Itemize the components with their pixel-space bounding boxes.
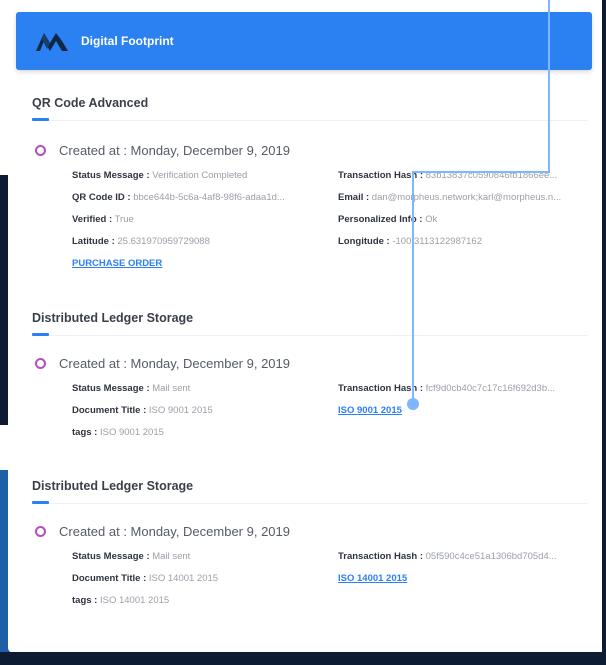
timeline-ring-icon	[35, 526, 46, 537]
field-value: Verification Completed	[152, 170, 248, 181]
section-divider	[32, 333, 588, 336]
field-value: ISO 14001 2015	[148, 573, 219, 584]
detail-row: Verified : True Personalized Info : Ok	[72, 214, 588, 236]
purchase-order-link[interactable]: PURCHASE ORDER	[72, 258, 162, 269]
field-label: Latitude :	[72, 236, 115, 247]
document-link[interactable]: ISO 9001 2015	[338, 405, 402, 416]
field-value: Mail sent	[152, 383, 191, 394]
detail-row: Latitude : 25.631970959729088 Longitude …	[72, 236, 588, 258]
field-label: Status Message :	[72, 170, 150, 181]
field-value: ISO 9001 2015	[99, 427, 164, 438]
detail-row: Status Message : Mail sent Transaction H…	[72, 551, 588, 573]
field-value: dan@morpheus.network;karl@morpheus.n...	[371, 192, 562, 203]
field-label: Status Message :	[72, 551, 150, 562]
section-ledger-storage: Distributed Ledger Storage Created at : …	[32, 311, 588, 449]
created-row: Created at : Monday, December 9, 2019	[32, 143, 588, 158]
field-value: bbce644b-5c6a-4af8-98f6-adaa1d...	[133, 192, 285, 203]
field-value: fcf9d0cb40c7c17c16f692d3b...	[425, 383, 556, 394]
created-at: Created at : Monday, December 9, 2019	[59, 524, 290, 539]
section-qr-code: QR Code Advanced Created at : Monday, De…	[32, 96, 588, 280]
field-label: Verified :	[72, 214, 113, 225]
field-label: QR Code ID :	[72, 192, 131, 203]
detail-row: Status Message : Mail sent Transaction H…	[72, 383, 588, 405]
field-label: tags :	[72, 427, 98, 438]
created-row: Created at : Monday, December 9, 2019	[32, 356, 588, 371]
detail-row: Document Title : ISO 9001 2015 ISO 9001 …	[72, 405, 588, 427]
detail-grid: Status Message : Verification Completed …	[72, 170, 588, 280]
field-label: Email :	[338, 192, 370, 203]
field-label: Transaction Hash :	[338, 383, 423, 394]
detail-row: PURCHASE ORDER	[72, 258, 588, 280]
timeline-ring-icon	[35, 358, 46, 369]
detail-row: tags : ISO 14001 2015	[72, 595, 588, 617]
detail-grid: Status Message : Mail sent Transaction H…	[72, 551, 588, 617]
created-at: Created at : Monday, December 9, 2019	[59, 143, 290, 158]
section-divider	[32, 118, 588, 121]
created-at: Created at : Monday, December 9, 2019	[59, 356, 290, 371]
timeline-ring-icon	[35, 145, 46, 156]
field-value: True	[114, 214, 134, 225]
field-label: tags :	[72, 595, 98, 606]
section-title: Distributed Ledger Storage	[32, 479, 194, 493]
connector-line	[548, 0, 550, 172]
field-value: 05f590c4ce51a1306bd705d4...	[425, 551, 557, 562]
connector-line	[412, 171, 550, 173]
field-label: Document Title :	[72, 573, 147, 584]
background-strip	[0, 652, 606, 665]
field-label: Longitude :	[338, 236, 390, 247]
connector-line	[412, 171, 414, 404]
created-row: Created at : Monday, December 9, 2019	[32, 524, 588, 539]
morpheus-logo-icon	[36, 33, 68, 51]
section-title: QR Code Advanced	[32, 96, 149, 110]
app-title: Digital Footprint	[81, 34, 174, 48]
field-value: ISO 14001 2015	[99, 595, 170, 606]
connector-dot	[407, 398, 419, 410]
header-bar: Digital Footprint	[16, 12, 592, 70]
footprint-panel: Digital Footprint QR Code Advanced Creat…	[8, 0, 602, 652]
document-link[interactable]: ISO 14001 2015	[338, 573, 407, 584]
background-strip	[602, 0, 606, 665]
field-label: Personalized Info :	[338, 214, 423, 225]
section-ledger-storage: Distributed Ledger Storage Created at : …	[32, 479, 588, 617]
field-value: Ok	[425, 214, 438, 225]
field-value: -100.3113122987162	[392, 236, 482, 247]
field-label: Transaction Hash :	[338, 170, 423, 181]
field-label: Transaction Hash :	[338, 551, 423, 562]
field-value: Mail sent	[152, 551, 191, 562]
field-label: Status Message :	[72, 383, 150, 394]
section-title: Distributed Ledger Storage	[32, 311, 194, 325]
detail-row: Status Message : Verification Completed …	[72, 170, 588, 192]
detail-row: Document Title : ISO 14001 2015 ISO 1400…	[72, 573, 588, 595]
detail-grid: Status Message : Mail sent Transaction H…	[72, 383, 588, 449]
detail-row: tags : ISO 9001 2015	[72, 427, 588, 449]
field-value: ISO 9001 2015	[148, 405, 213, 416]
detail-row: QR Code ID : bbce644b-5c6a-4af8-98f6-ada…	[72, 192, 588, 214]
field-value: 25.631970959729088	[117, 236, 210, 247]
section-divider	[32, 501, 588, 504]
field-label: Document Title :	[72, 405, 147, 416]
